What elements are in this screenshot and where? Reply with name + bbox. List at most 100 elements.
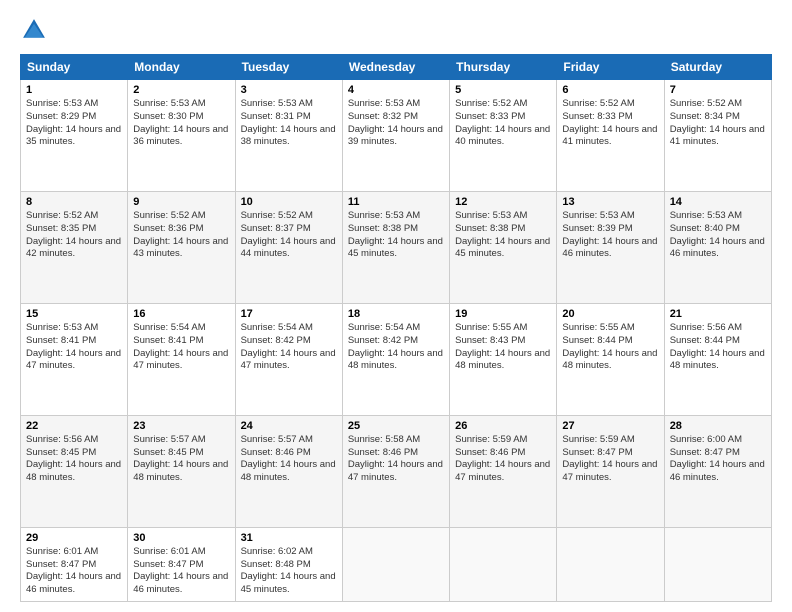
sunrise-label: Sunrise: 5:53 AM <box>562 210 634 221</box>
calendar-cell <box>557 527 664 601</box>
sunset-label: Sunset: 8:43 PM <box>455 335 525 346</box>
calendar-week-1: 1 Sunrise: 5:53 AM Sunset: 8:29 PM Dayli… <box>21 80 772 192</box>
day-number: 16 <box>133 308 229 320</box>
daylight-label: Daylight: 14 hours and 47 minutes. <box>26 348 121 372</box>
sunset-label: Sunset: 8:39 PM <box>562 223 632 234</box>
sunrise-label: Sunrise: 5:56 AM <box>670 322 742 333</box>
daylight-label: Daylight: 14 hours and 48 minutes. <box>455 348 550 372</box>
day-info: Sunrise: 5:55 AM Sunset: 8:43 PM Dayligh… <box>455 322 551 373</box>
day-number: 15 <box>26 308 122 320</box>
calendar-cell: 5 Sunrise: 5:52 AM Sunset: 8:33 PM Dayli… <box>450 80 557 192</box>
day-info: Sunrise: 5:59 AM Sunset: 8:47 PM Dayligh… <box>562 434 658 485</box>
sunrise-label: Sunrise: 5:57 AM <box>241 434 313 445</box>
day-number: 8 <box>26 196 122 208</box>
sunrise-label: Sunrise: 5:52 AM <box>670 98 742 109</box>
day-number: 31 <box>241 532 337 544</box>
sunrise-label: Sunrise: 5:52 AM <box>241 210 313 221</box>
day-number: 7 <box>670 84 766 96</box>
daylight-label: Daylight: 14 hours and 45 minutes. <box>455 236 550 260</box>
daylight-label: Daylight: 14 hours and 41 minutes. <box>562 124 657 148</box>
daylight-label: Daylight: 14 hours and 46 minutes. <box>26 571 121 595</box>
daylight-label: Daylight: 14 hours and 48 minutes. <box>562 348 657 372</box>
sunset-label: Sunset: 8:41 PM <box>26 335 96 346</box>
daylight-label: Daylight: 14 hours and 45 minutes. <box>241 571 336 595</box>
sunset-label: Sunset: 8:46 PM <box>241 447 311 458</box>
day-number: 22 <box>26 420 122 432</box>
calendar-cell: 27 Sunrise: 5:59 AM Sunset: 8:47 PM Dayl… <box>557 415 664 527</box>
calendar-week-2: 8 Sunrise: 5:52 AM Sunset: 8:35 PM Dayli… <box>21 191 772 303</box>
sunset-label: Sunset: 8:34 PM <box>670 111 740 122</box>
day-number: 19 <box>455 308 551 320</box>
day-info: Sunrise: 5:54 AM Sunset: 8:42 PM Dayligh… <box>241 322 337 373</box>
day-info: Sunrise: 5:55 AM Sunset: 8:44 PM Dayligh… <box>562 322 658 373</box>
daylight-label: Daylight: 14 hours and 42 minutes. <box>26 236 121 260</box>
weekday-header-friday: Friday <box>557 55 664 80</box>
sunrise-label: Sunrise: 5:53 AM <box>241 98 313 109</box>
calendar-cell: 28 Sunrise: 6:00 AM Sunset: 8:47 PM Dayl… <box>664 415 771 527</box>
sunrise-label: Sunrise: 5:54 AM <box>348 322 420 333</box>
day-info: Sunrise: 5:59 AM Sunset: 8:46 PM Dayligh… <box>455 434 551 485</box>
daylight-label: Daylight: 14 hours and 48 minutes. <box>348 348 443 372</box>
calendar-cell: 11 Sunrise: 5:53 AM Sunset: 8:38 PM Dayl… <box>342 191 449 303</box>
calendar-cell: 18 Sunrise: 5:54 AM Sunset: 8:42 PM Dayl… <box>342 303 449 415</box>
calendar-cell: 9 Sunrise: 5:52 AM Sunset: 8:36 PM Dayli… <box>128 191 235 303</box>
weekday-header-monday: Monday <box>128 55 235 80</box>
sunset-label: Sunset: 8:46 PM <box>455 447 525 458</box>
daylight-label: Daylight: 14 hours and 47 minutes. <box>455 459 550 483</box>
daylight-label: Daylight: 14 hours and 35 minutes. <box>26 124 121 148</box>
sunrise-label: Sunrise: 6:02 AM <box>241 546 313 557</box>
sunset-label: Sunset: 8:35 PM <box>26 223 96 234</box>
day-number: 29 <box>26 532 122 544</box>
sunrise-label: Sunrise: 5:53 AM <box>670 210 742 221</box>
sunrise-label: Sunrise: 5:53 AM <box>348 98 420 109</box>
day-info: Sunrise: 5:57 AM Sunset: 8:46 PM Dayligh… <box>241 434 337 485</box>
sunrise-label: Sunrise: 5:54 AM <box>133 322 205 333</box>
header <box>20 16 772 44</box>
day-number: 5 <box>455 84 551 96</box>
day-number: 26 <box>455 420 551 432</box>
day-number: 14 <box>670 196 766 208</box>
sunset-label: Sunset: 8:46 PM <box>348 447 418 458</box>
calendar-cell: 12 Sunrise: 5:53 AM Sunset: 8:38 PM Dayl… <box>450 191 557 303</box>
day-info: Sunrise: 5:53 AM Sunset: 8:38 PM Dayligh… <box>455 210 551 261</box>
sunset-label: Sunset: 8:31 PM <box>241 111 311 122</box>
weekday-header-saturday: Saturday <box>664 55 771 80</box>
day-info: Sunrise: 6:01 AM Sunset: 8:47 PM Dayligh… <box>26 546 122 597</box>
day-info: Sunrise: 5:53 AM Sunset: 8:32 PM Dayligh… <box>348 98 444 149</box>
day-info: Sunrise: 5:53 AM Sunset: 8:31 PM Dayligh… <box>241 98 337 149</box>
day-number: 23 <box>133 420 229 432</box>
calendar-cell: 3 Sunrise: 5:53 AM Sunset: 8:31 PM Dayli… <box>235 80 342 192</box>
day-info: Sunrise: 5:53 AM Sunset: 8:30 PM Dayligh… <box>133 98 229 149</box>
daylight-label: Daylight: 14 hours and 39 minutes. <box>348 124 443 148</box>
day-info: Sunrise: 5:52 AM Sunset: 8:33 PM Dayligh… <box>562 98 658 149</box>
calendar-cell: 16 Sunrise: 5:54 AM Sunset: 8:41 PM Dayl… <box>128 303 235 415</box>
calendar-cell: 31 Sunrise: 6:02 AM Sunset: 8:48 PM Dayl… <box>235 527 342 601</box>
daylight-label: Daylight: 14 hours and 46 minutes. <box>562 236 657 260</box>
sunrise-label: Sunrise: 5:53 AM <box>455 210 527 221</box>
day-number: 13 <box>562 196 658 208</box>
day-number: 18 <box>348 308 444 320</box>
calendar-cell: 17 Sunrise: 5:54 AM Sunset: 8:42 PM Dayl… <box>235 303 342 415</box>
daylight-label: Daylight: 14 hours and 46 minutes. <box>670 236 765 260</box>
daylight-label: Daylight: 14 hours and 47 minutes. <box>133 348 228 372</box>
daylight-label: Daylight: 14 hours and 36 minutes. <box>133 124 228 148</box>
day-info: Sunrise: 5:53 AM Sunset: 8:41 PM Dayligh… <box>26 322 122 373</box>
day-info: Sunrise: 5:54 AM Sunset: 8:42 PM Dayligh… <box>348 322 444 373</box>
day-number: 9 <box>133 196 229 208</box>
sunset-label: Sunset: 8:44 PM <box>670 335 740 346</box>
daylight-label: Daylight: 14 hours and 40 minutes. <box>455 124 550 148</box>
day-info: Sunrise: 5:52 AM Sunset: 8:34 PM Dayligh… <box>670 98 766 149</box>
sunrise-label: Sunrise: 5:52 AM <box>26 210 98 221</box>
day-number: 28 <box>670 420 766 432</box>
sunrise-label: Sunrise: 5:53 AM <box>348 210 420 221</box>
sunrise-label: Sunrise: 5:59 AM <box>562 434 634 445</box>
sunrise-label: Sunrise: 5:56 AM <box>26 434 98 445</box>
sunrise-label: Sunrise: 5:54 AM <box>241 322 313 333</box>
sunset-label: Sunset: 8:45 PM <box>26 447 96 458</box>
daylight-label: Daylight: 14 hours and 47 minutes. <box>348 459 443 483</box>
day-info: Sunrise: 6:02 AM Sunset: 8:48 PM Dayligh… <box>241 546 337 597</box>
sunset-label: Sunset: 8:38 PM <box>348 223 418 234</box>
weekday-header-wednesday: Wednesday <box>342 55 449 80</box>
logo <box>20 16 52 44</box>
sunset-label: Sunset: 8:33 PM <box>455 111 525 122</box>
